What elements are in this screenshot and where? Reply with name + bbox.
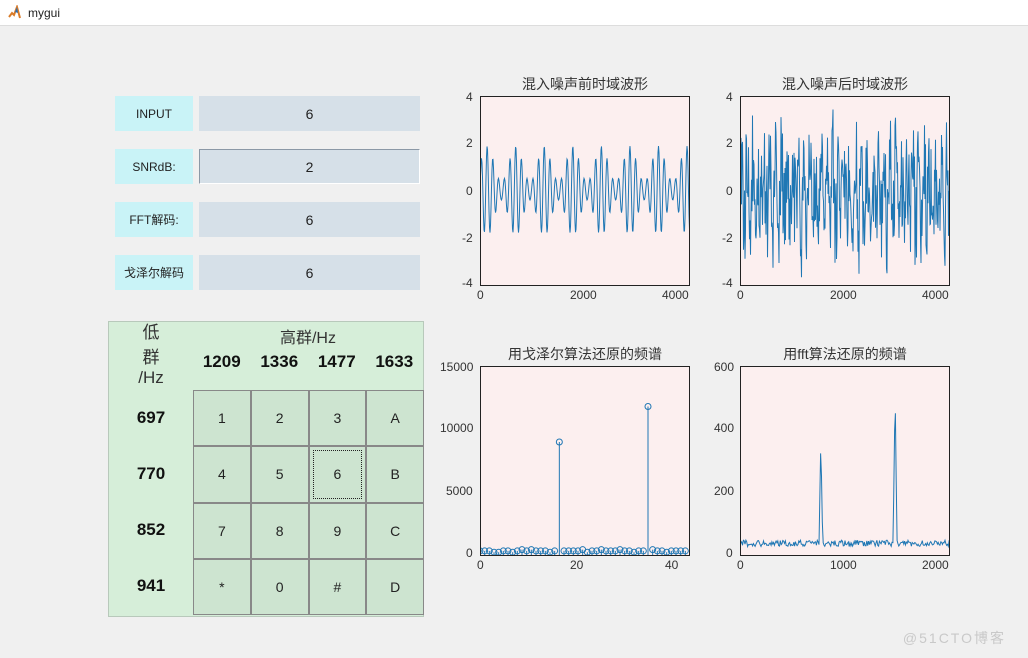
dtmf-table: 低 群 /Hz 高群/Hz 1209 1336 1477 1633 697 77… (108, 321, 424, 617)
ytick: 5000 (446, 484, 473, 498)
plot-fft (740, 366, 950, 556)
ytick: -4 (722, 276, 733, 290)
col-header-1633: 1633 (366, 352, 424, 384)
ytick: 0 (726, 546, 733, 560)
ytick: 4 (726, 90, 733, 104)
row-header-852: 852 (109, 502, 193, 558)
label-goertzel: 戈泽尔解码 (115, 255, 193, 290)
xtick: 0 (477, 288, 484, 302)
row-header-941: 941 (109, 558, 193, 614)
key-B[interactable]: B (366, 446, 424, 502)
axes-title-goertzel: 用戈泽尔算法还原的频谱 (480, 344, 690, 364)
key-3[interactable]: 3 (309, 390, 367, 446)
row-header-770: 770 (109, 446, 193, 502)
key-A[interactable]: A (366, 390, 424, 446)
ytick: 2 (726, 136, 733, 150)
xtick: 1000 (830, 558, 857, 572)
title-bar: mygui (0, 0, 1028, 26)
plot-goertzel (480, 366, 690, 556)
key-*[interactable]: * (193, 559, 251, 615)
plot-clean-time (480, 96, 690, 286)
key-0[interactable]: 0 (251, 559, 309, 615)
axes-noisy-time[interactable]: 混入噪声后时域波形 4 2 0 -2 -4 0 2000 4000 (740, 96, 950, 286)
key-8[interactable]: 8 (251, 503, 309, 559)
ytick: 4 (466, 90, 473, 104)
value-fft: 6 (199, 202, 420, 237)
ytick: 2 (466, 136, 473, 150)
key-7[interactable]: 7 (193, 503, 251, 559)
xtick: 2000 (830, 288, 857, 302)
axes-clean-time[interactable]: 混入噪声前时域波形 4 2 0 -2 -4 0 2000 4000 (480, 96, 690, 286)
parameter-panel: INPUT 6 SNRdB: 2 FFT解码: 6 戈泽尔解码 6 (115, 96, 420, 308)
ytick: 0 (466, 546, 473, 560)
corner-label: 低 群 /Hz (109, 322, 193, 384)
col-header-1336: 1336 (251, 352, 309, 384)
xtick: 4000 (662, 288, 689, 302)
figure-canvas: INPUT 6 SNRdB: 2 FFT解码: 6 戈泽尔解码 6 低 群 /H… (0, 26, 1028, 658)
corner-label-1: 低 (143, 318, 160, 343)
row-goertzel: 戈泽尔解码 6 (115, 255, 420, 290)
axes-goertzel-spectrum[interactable]: 用戈泽尔算法还原的频谱 15000 10000 5000 0 0 20 40 (480, 366, 690, 556)
key-C[interactable]: C (366, 503, 424, 559)
row-fft: FFT解码: 6 (115, 202, 420, 237)
label-input: INPUT (115, 96, 193, 131)
value-goertzel: 6 (199, 255, 420, 290)
xtick: 0 (477, 558, 484, 572)
key-#[interactable]: # (309, 559, 367, 615)
key-6[interactable]: 6 (309, 446, 367, 502)
corner-label-3: /Hz (138, 368, 164, 388)
xtick: 4000 (922, 288, 949, 302)
ytick: -2 (722, 231, 733, 245)
keypad: 123A 456B 789C *0#D (193, 390, 424, 615)
ytick: 0 (466, 184, 473, 198)
xtick: 40 (665, 558, 678, 572)
axes-title-noisy-time: 混入噪声后时域波形 (740, 74, 950, 94)
ytick: 10000 (440, 421, 473, 435)
ytick: -2 (462, 231, 473, 245)
matlab-icon (6, 5, 22, 21)
row-header-697: 697 (109, 390, 193, 446)
key-5[interactable]: 5 (251, 446, 309, 502)
ytick: 200 (714, 484, 734, 498)
xtick: 0 (737, 558, 744, 572)
label-fft: FFT解码: (115, 202, 193, 237)
label-snr: SNRdB: (115, 149, 193, 184)
key-9[interactable]: 9 (309, 503, 367, 559)
key-D[interactable]: D (366, 559, 424, 615)
key-4[interactable]: 4 (193, 446, 251, 502)
watermark: @51CTO博客 (903, 628, 1006, 648)
window-title: mygui (28, 6, 60, 20)
ytick: -4 (462, 276, 473, 290)
xtick: 2000 (922, 558, 949, 572)
key-1[interactable]: 1 (193, 390, 251, 446)
ytick: 600 (714, 360, 734, 374)
row-input: INPUT 6 (115, 96, 420, 131)
xtick: 20 (570, 558, 583, 572)
ytick: 0 (726, 184, 733, 198)
key-2[interactable]: 2 (251, 390, 309, 446)
plot-noisy-time (740, 96, 950, 286)
corner-label-2: 群 (143, 343, 160, 368)
col-header-1209: 1209 (193, 352, 251, 384)
axes-title-fft: 用fft算法还原的频谱 (740, 344, 950, 364)
ytick: 15000 (440, 360, 473, 374)
col-header-1477: 1477 (308, 352, 366, 384)
xtick: 0 (737, 288, 744, 302)
value-snr[interactable]: 2 (199, 149, 420, 184)
value-input: 6 (199, 96, 420, 131)
col-group-header: 高群/Hz (193, 322, 423, 344)
ytick: 400 (714, 421, 734, 435)
col-headers: 1209 1336 1477 1633 (193, 352, 423, 384)
axes-fft-spectrum[interactable]: 用fft算法还原的频谱 600 400 200 0 0 1000 2000 (740, 366, 950, 556)
row-snr: SNRdB: 2 (115, 149, 420, 184)
axes-title-clean-time: 混入噪声前时域波形 (480, 74, 690, 94)
xtick: 2000 (570, 288, 597, 302)
